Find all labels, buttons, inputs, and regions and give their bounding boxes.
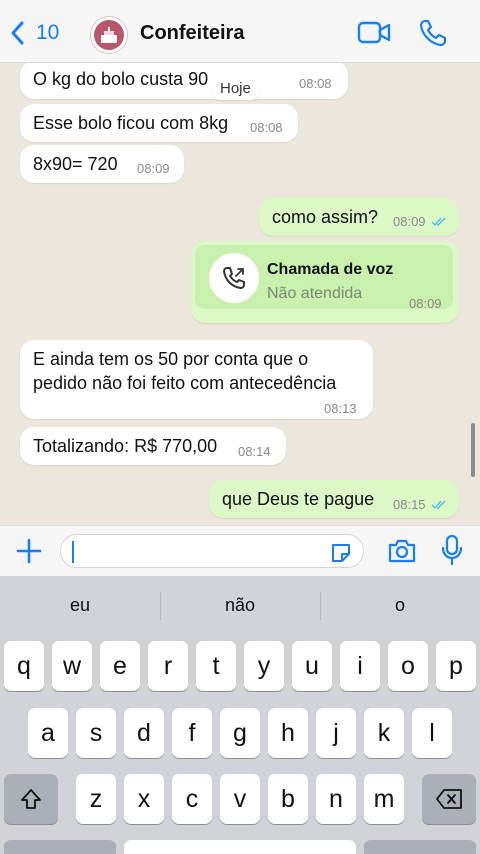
text-caret [72, 541, 74, 563]
key-d[interactable]: d [124, 708, 164, 758]
key-b[interactable]: b [268, 774, 308, 824]
key-h[interactable]: h [268, 708, 308, 758]
message-time: 08:09 [409, 296, 442, 311]
key-j[interactable]: j [316, 708, 356, 758]
microphone-icon[interactable] [440, 534, 464, 571]
message-time: 08:09 [393, 214, 426, 229]
key-x[interactable]: x [124, 774, 164, 824]
key-k[interactable]: k [364, 708, 404, 758]
message-bubble-outgoing[interactable]: que Deus te pague 08:15 [209, 480, 459, 518]
message-bubble-incoming[interactable]: O kg do bolo custa 90 08:08 [20, 63, 348, 99]
key-v[interactable]: v [220, 774, 260, 824]
message-bubble-incoming[interactable]: Totalizando: R$ 770,00 08:14 [20, 427, 286, 465]
message-bubble-incoming[interactable]: 8x90= 720 08:09 [20, 145, 184, 183]
read-receipt-icon [431, 500, 446, 510]
on-screen-keyboard: eu não o q w e r t y u i o p a s d f g h… [0, 576, 480, 854]
message-time: 08:09 [137, 161, 170, 176]
chat-header: 10 Confeiteira [0, 0, 480, 63]
message-time: 08:08 [299, 76, 332, 91]
date-divider: Hoje [212, 77, 259, 100]
call-message-bubble[interactable]: Chamada de voz Não atendida 08:09 [191, 241, 459, 323]
space-key[interactable] [124, 840, 356, 854]
shift-key[interactable] [4, 774, 58, 824]
key-l[interactable]: l [412, 708, 452, 758]
shift-icon [21, 789, 41, 809]
key-z[interactable]: z [76, 774, 116, 824]
suggestion-item[interactable]: não [160, 576, 320, 634]
message-text: como assim? [272, 207, 379, 227]
message-list[interactable]: Hoje O kg do bolo custa 90 08:08 Esse bo… [0, 63, 480, 525]
avatar[interactable] [90, 16, 128, 54]
message-input[interactable] [60, 534, 364, 568]
key-i[interactable]: i [340, 641, 380, 691]
camera-icon[interactable] [387, 538, 417, 569]
key-a[interactable]: a [28, 708, 68, 758]
message-time: 08:13 [324, 401, 357, 416]
key-u[interactable]: u [292, 641, 332, 691]
message-time: 08:15 [393, 497, 426, 512]
key-o[interactable]: o [388, 641, 428, 691]
key-n[interactable]: n [316, 774, 356, 824]
message-text: 8x90= 720 [33, 154, 118, 174]
key-q[interactable]: q [4, 641, 44, 691]
message-bubble-incoming[interactable]: E ainda tem os 50 por conta que o pedido… [20, 340, 373, 419]
message-input-bar [0, 525, 480, 576]
message-time: 08:14 [238, 444, 271, 459]
suggestion-bar: eu não o [0, 576, 480, 634]
unread-count: 10 [36, 21, 60, 44]
key-w[interactable]: w [52, 641, 92, 691]
key-c[interactable]: c [172, 774, 212, 824]
key-y[interactable]: y [244, 641, 284, 691]
message-text-line1: E ainda tem os 50 por conta que o [33, 349, 309, 369]
contact-name[interactable]: Confeiteira [140, 22, 244, 45]
key-p[interactable]: p [436, 641, 476, 691]
call-status: Não atendida [267, 285, 363, 302]
key-f[interactable]: f [172, 708, 212, 758]
message-bubble-outgoing[interactable]: como assim? 08:09 [259, 198, 459, 236]
message-text: O kg do bolo custa 90 [33, 69, 209, 89]
video-call-icon[interactable] [357, 20, 391, 51]
call-title: Chamada de voz [267, 261, 394, 278]
message-text: que Deus te pague [222, 489, 375, 509]
scrollbar[interactable] [471, 423, 475, 477]
key-e[interactable]: e [100, 641, 140, 691]
key-m[interactable]: m [364, 774, 404, 824]
message-text-line2: pedido não foi feito com antecedência [33, 373, 337, 393]
sticker-icon[interactable] [329, 541, 353, 570]
message-time: 08:08 [250, 120, 283, 135]
message-text: Totalizando: R$ 770,00 [33, 436, 218, 456]
read-receipt-icon [431, 217, 446, 227]
key-g[interactable]: g [220, 708, 260, 758]
backspace-key[interactable] [422, 774, 476, 824]
suggestion-item[interactable]: o [320, 576, 480, 634]
chevron-left-icon [11, 21, 24, 45]
number-toggle-key[interactable] [4, 840, 116, 854]
message-text: Esse bolo ficou com 8kg [33, 113, 229, 133]
missed-call-card[interactable]: Chamada de voz Não atendida 08:09 [195, 245, 453, 311]
back-button[interactable]: 10 [8, 18, 59, 48]
phone-icon[interactable] [418, 18, 448, 53]
plus-icon[interactable] [14, 536, 44, 571]
missed-call-icon [209, 253, 259, 303]
backspace-icon [436, 789, 462, 809]
suggestion-item[interactable]: eu [0, 576, 160, 634]
key-s[interactable]: s [76, 708, 116, 758]
message-bubble-incoming[interactable]: Esse bolo ficou com 8kg 08:08 [20, 104, 298, 142]
return-key[interactable] [364, 840, 476, 854]
key-r[interactable]: r [148, 641, 188, 691]
key-t[interactable]: t [196, 641, 236, 691]
